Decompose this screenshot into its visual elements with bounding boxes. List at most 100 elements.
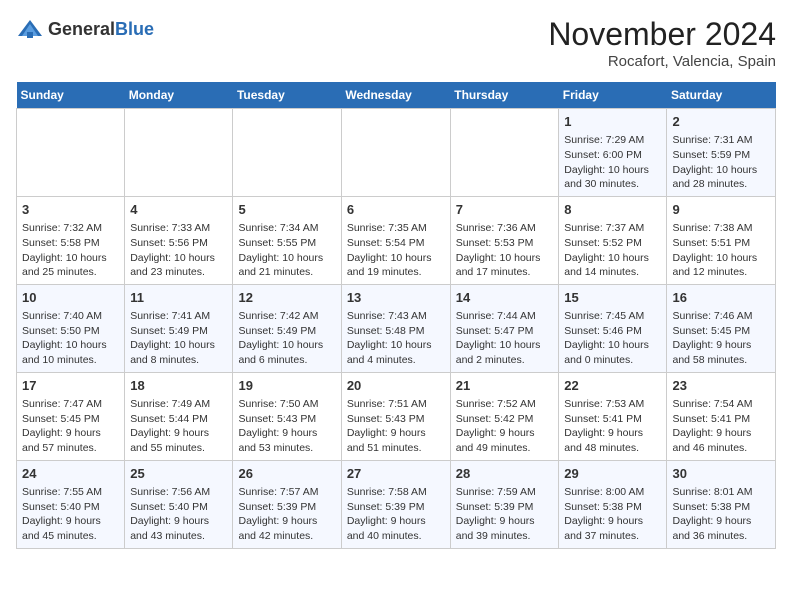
week-row-5: 24 Sunrise: 7:55 AM Sunset: 5:40 PM Dayli… bbox=[17, 460, 776, 548]
day-number: 4 bbox=[130, 201, 227, 219]
weekday-friday: Friday bbox=[559, 82, 667, 109]
calendar-cell bbox=[233, 109, 341, 197]
calendar-cell: 25 Sunrise: 7:56 AM Sunset: 5:40 PM Dayli… bbox=[125, 460, 233, 548]
weekday-wednesday: Wednesday bbox=[341, 82, 450, 109]
day-number: 27 bbox=[347, 465, 445, 483]
day-number: 16 bbox=[672, 289, 770, 307]
day-info: Sunrise: 7:54 AM Sunset: 5:41 PM Dayligh… bbox=[672, 397, 770, 456]
day-info: Sunrise: 7:32 AM Sunset: 5:58 PM Dayligh… bbox=[22, 221, 119, 280]
day-info: Sunrise: 7:37 AM Sunset: 5:52 PM Dayligh… bbox=[564, 221, 661, 280]
day-number: 19 bbox=[238, 377, 335, 395]
day-info: Sunrise: 8:01 AM Sunset: 5:38 PM Dayligh… bbox=[672, 485, 770, 544]
calendar-cell: 7 Sunrise: 7:36 AM Sunset: 5:53 PM Daylig… bbox=[450, 196, 559, 284]
logo-text: GeneralBlue bbox=[48, 20, 154, 40]
calendar-cell: 12Sunrise: 7:42 AM Sunset: 5:49 PM Dayli… bbox=[233, 284, 341, 372]
week-row-3: 10 Sunrise: 7:40 AM Sunset: 5:50 PM Dayli… bbox=[17, 284, 776, 372]
calendar-cell: 9Sunrise: 7:38 AM Sunset: 5:51 PM Daylig… bbox=[667, 196, 776, 284]
weekday-header-row: SundayMondayTuesdayWednesdayThursdayFrid… bbox=[17, 82, 776, 109]
day-number: 23 bbox=[672, 377, 770, 395]
day-info: Sunrise: 7:34 AM Sunset: 5:55 PM Dayligh… bbox=[238, 221, 335, 280]
day-number: 24 bbox=[22, 465, 119, 483]
calendar-table: SundayMondayTuesdayWednesdayThursdayFrid… bbox=[16, 82, 776, 549]
calendar-cell: 8 Sunrise: 7:37 AM Sunset: 5:52 PM Daylig… bbox=[559, 196, 667, 284]
calendar-cell: 10 Sunrise: 7:40 AM Sunset: 5:50 PM Dayli… bbox=[17, 284, 125, 372]
logo: GeneralBlue bbox=[16, 16, 154, 44]
calendar-cell: 3 Sunrise: 7:32 AM Sunset: 5:58 PM Daylig… bbox=[17, 196, 125, 284]
calendar-cell: 14 Sunrise: 7:44 AM Sunset: 5:47 PM Dayli… bbox=[450, 284, 559, 372]
day-info: Sunrise: 7:55 AM Sunset: 5:40 PM Dayligh… bbox=[22, 485, 119, 544]
day-number: 11 bbox=[130, 289, 227, 307]
day-info: Sunrise: 7:35 AM Sunset: 5:54 PM Dayligh… bbox=[347, 221, 445, 280]
calendar-cell: 18 Sunrise: 7:49 AM Sunset: 5:44 PM Dayli… bbox=[125, 372, 233, 460]
day-info: Sunrise: 7:52 AM Sunset: 5:42 PM Dayligh… bbox=[456, 397, 554, 456]
calendar-cell bbox=[450, 109, 559, 197]
calendar-cell: 20 Sunrise: 7:51 AM Sunset: 5:43 PM Dayli… bbox=[341, 372, 450, 460]
day-number: 15 bbox=[564, 289, 661, 307]
week-row-2: 3 Sunrise: 7:32 AM Sunset: 5:58 PM Daylig… bbox=[17, 196, 776, 284]
calendar-cell: 29Sunrise: 8:00 AM Sunset: 5:38 PM Dayli… bbox=[559, 460, 667, 548]
day-number: 17 bbox=[22, 377, 119, 395]
weekday-thursday: Thursday bbox=[450, 82, 559, 109]
logo-general: General bbox=[48, 19, 115, 39]
day-info: Sunrise: 7:41 AM Sunset: 5:49 PM Dayligh… bbox=[130, 309, 227, 368]
day-info: Sunrise: 7:31 AM Sunset: 5:59 PM Dayligh… bbox=[672, 133, 770, 192]
calendar-cell bbox=[17, 109, 125, 197]
weekday-tuesday: Tuesday bbox=[233, 82, 341, 109]
day-info: Sunrise: 7:29 AM Sunset: 6:00 PM Dayligh… bbox=[564, 133, 661, 192]
logo-blue: Blue bbox=[115, 19, 154, 39]
day-info: Sunrise: 7:38 AM Sunset: 5:51 PM Dayligh… bbox=[672, 221, 770, 280]
day-info: Sunrise: 7:46 AM Sunset: 5:45 PM Dayligh… bbox=[672, 309, 770, 368]
day-info: Sunrise: 7:58 AM Sunset: 5:39 PM Dayligh… bbox=[347, 485, 445, 544]
day-info: Sunrise: 7:59 AM Sunset: 5:39 PM Dayligh… bbox=[456, 485, 554, 544]
day-info: Sunrise: 7:33 AM Sunset: 5:56 PM Dayligh… bbox=[130, 221, 227, 280]
day-number: 13 bbox=[347, 289, 445, 307]
day-number: 20 bbox=[347, 377, 445, 395]
calendar-cell: 6 Sunrise: 7:35 AM Sunset: 5:54 PM Daylig… bbox=[341, 196, 450, 284]
calendar-cell: 5Sunrise: 7:34 AM Sunset: 5:55 PM Daylig… bbox=[233, 196, 341, 284]
title-block: November 2024 Rocafort, Valencia, Spain bbox=[548, 16, 776, 70]
calendar-cell: 13Sunrise: 7:43 AM Sunset: 5:48 PM Dayli… bbox=[341, 284, 450, 372]
calendar-cell: 21Sunrise: 7:52 AM Sunset: 5:42 PM Dayli… bbox=[450, 372, 559, 460]
calendar-body: 1 Sunrise: 7:29 AM Sunset: 6:00 PM Daylig… bbox=[17, 109, 776, 549]
calendar-cell: 1 Sunrise: 7:29 AM Sunset: 6:00 PM Daylig… bbox=[559, 109, 667, 197]
day-number: 3 bbox=[22, 201, 119, 219]
calendar-cell bbox=[341, 109, 450, 197]
weekday-sunday: Sunday bbox=[17, 82, 125, 109]
calendar-cell: 24 Sunrise: 7:55 AM Sunset: 5:40 PM Dayli… bbox=[17, 460, 125, 548]
day-number: 10 bbox=[22, 289, 119, 307]
day-info: Sunrise: 7:50 AM Sunset: 5:43 PM Dayligh… bbox=[238, 397, 335, 456]
day-number: 29 bbox=[564, 465, 661, 483]
day-info: Sunrise: 7:56 AM Sunset: 5:40 PM Dayligh… bbox=[130, 485, 227, 544]
day-number: 6 bbox=[347, 201, 445, 219]
day-number: 2 bbox=[672, 113, 770, 131]
day-info: Sunrise: 7:40 AM Sunset: 5:50 PM Dayligh… bbox=[22, 309, 119, 368]
calendar-cell: 23 Sunrise: 7:54 AM Sunset: 5:41 PM Dayli… bbox=[667, 372, 776, 460]
day-number: 1 bbox=[564, 113, 661, 131]
calendar-cell bbox=[125, 109, 233, 197]
calendar-cell: 2 Sunrise: 7:31 AM Sunset: 5:59 PM Daylig… bbox=[667, 109, 776, 197]
day-info: Sunrise: 7:36 AM Sunset: 5:53 PM Dayligh… bbox=[456, 221, 554, 280]
day-info: Sunrise: 7:51 AM Sunset: 5:43 PM Dayligh… bbox=[347, 397, 445, 456]
calendar-cell: 11 Sunrise: 7:41 AM Sunset: 5:49 PM Dayli… bbox=[125, 284, 233, 372]
calendar-cell: 19 Sunrise: 7:50 AM Sunset: 5:43 PM Dayli… bbox=[233, 372, 341, 460]
day-number: 14 bbox=[456, 289, 554, 307]
calendar-cell: 26Sunrise: 7:57 AM Sunset: 5:39 PM Dayli… bbox=[233, 460, 341, 548]
calendar-cell: 15Sunrise: 7:45 AM Sunset: 5:46 PM Dayli… bbox=[559, 284, 667, 372]
calendar-cell: 28 Sunrise: 7:59 AM Sunset: 5:39 PM Dayli… bbox=[450, 460, 559, 548]
weekday-monday: Monday bbox=[125, 82, 233, 109]
calendar-cell: 17 Sunrise: 7:47 AM Sunset: 5:45 PM Dayli… bbox=[17, 372, 125, 460]
day-info: Sunrise: 7:44 AM Sunset: 5:47 PM Dayligh… bbox=[456, 309, 554, 368]
day-info: Sunrise: 7:53 AM Sunset: 5:41 PM Dayligh… bbox=[564, 397, 661, 456]
day-number: 28 bbox=[456, 465, 554, 483]
day-number: 18 bbox=[130, 377, 227, 395]
day-number: 25 bbox=[130, 465, 227, 483]
day-number: 8 bbox=[564, 201, 661, 219]
day-number: 7 bbox=[456, 201, 554, 219]
calendar-cell: 4 Sunrise: 7:33 AM Sunset: 5:56 PM Daylig… bbox=[125, 196, 233, 284]
day-info: Sunrise: 7:47 AM Sunset: 5:45 PM Dayligh… bbox=[22, 397, 119, 456]
day-number: 12 bbox=[238, 289, 335, 307]
calendar-cell: 22Sunrise: 7:53 AM Sunset: 5:41 PM Dayli… bbox=[559, 372, 667, 460]
week-row-4: 17 Sunrise: 7:47 AM Sunset: 5:45 PM Dayli… bbox=[17, 372, 776, 460]
day-info: Sunrise: 7:49 AM Sunset: 5:44 PM Dayligh… bbox=[130, 397, 227, 456]
week-row-1: 1 Sunrise: 7:29 AM Sunset: 6:00 PM Daylig… bbox=[17, 109, 776, 197]
